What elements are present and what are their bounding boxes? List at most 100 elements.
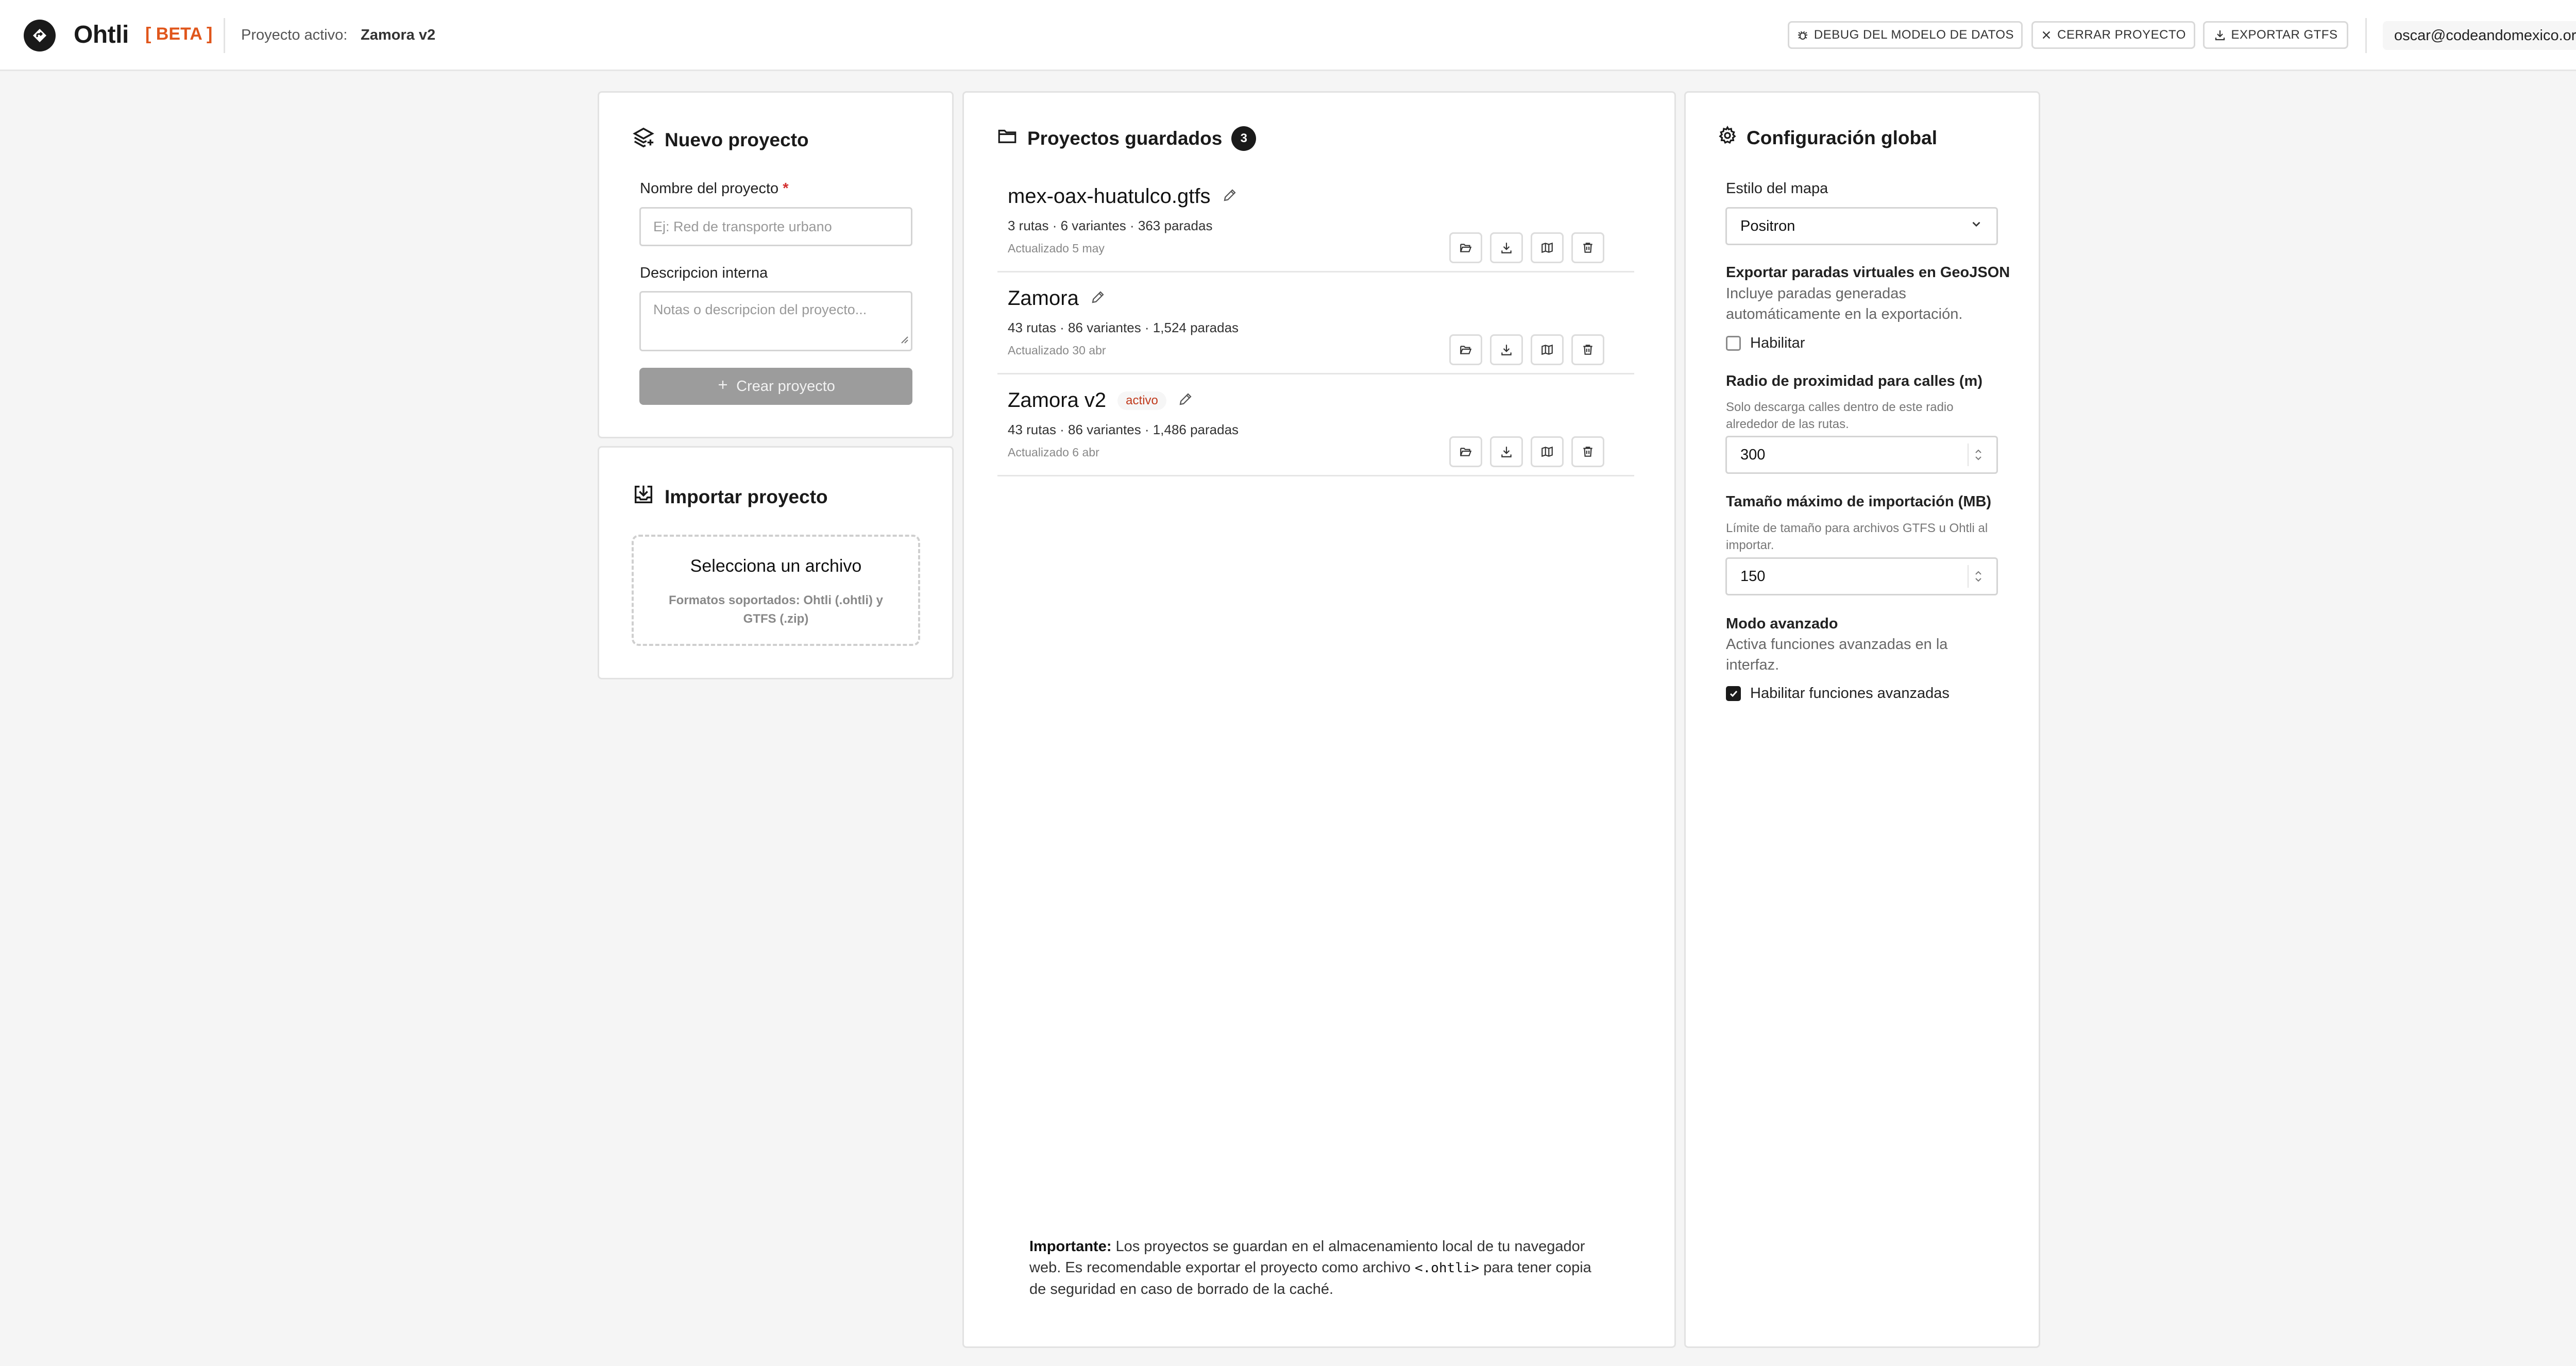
resize-grip-icon[interactable] [899,332,909,348]
delete-project-button[interactable] [1571,232,1604,263]
delete-project-button[interactable] [1571,436,1604,467]
project-name-label-text: Nombre del proyecto [640,180,779,197]
checkbox-label: Habilitar funciones avanzadas [1750,685,1950,702]
export-gtfs-button[interactable]: EXPORTAR GTFS [2203,21,2348,49]
export-button-label: EXPORTAR GTFS [2231,28,2338,42]
map-icon [1541,446,1553,457]
map-project-button[interactable] [1531,334,1564,365]
project-actions [1449,436,1604,467]
active-badge: activo [1117,391,1166,410]
project-name-row: Zamora v2 activo [1008,389,1193,412]
checkbox-label: Habilitar [1750,335,1805,351]
radius-label: Radio de proximidad para calles (m) [1726,373,1982,389]
radius-value: 300 [1740,446,1766,463]
download-icon [1501,243,1512,253]
map-icon [1541,344,1553,355]
close-icon [2041,29,2052,41]
create-project-button[interactable]: Crear proyecto [639,368,912,405]
debug-button-label: DEBUG DEL MODELO DE DATOS [1814,28,2014,42]
export-virtual-stops-label: Exportar paradas virtuales en GeoJSON [1726,264,2010,281]
checkbox-checked[interactable] [1726,686,1741,701]
select-file-label: Selecciona un archivo [690,556,862,576]
download-icon [1501,447,1512,457]
project-updated: Actualizado 5 may [1008,242,1105,255]
layers-plus-icon [632,126,655,154]
folder-icon [996,125,1018,151]
project-stats: 3 rutas · 6 variantes · 363 paradas [1008,218,1213,233]
panel-title-text: Nuevo proyecto [665,129,809,150]
saved-projects-title: Proyectos guardados 3 [996,125,1257,151]
trash-icon [1583,243,1592,253]
plus-icon [717,378,729,395]
panel-title-text: Configuración global [1747,127,1937,148]
download-project-button[interactable] [1490,232,1523,263]
advanced-mode-checkbox[interactable]: Habilitar funciones avanzadas [1726,685,1950,702]
max-import-size-value: 150 [1740,568,1766,585]
download-project-button[interactable] [1490,436,1523,467]
radius-input[interactable]: 300 [1725,436,1998,474]
project-actions [1449,334,1604,365]
user-menu[interactable]: oscar@codeandomexico.org [2383,21,2576,50]
download-project-button[interactable] [1490,334,1523,365]
max-import-size-label: Tamaño máximo de importación (MB) [1726,493,1992,510]
stepper-icon[interactable] [1968,565,1983,588]
bug-icon [1797,29,1809,41]
max-import-size-input[interactable]: 150 [1725,557,1998,595]
map-project-button[interactable] [1531,436,1564,467]
import-project-title: Importar proyecto [632,483,828,511]
file-dropzone[interactable]: Selecciona un archivo Formatos soportado… [632,535,920,646]
download-icon [1501,345,1512,355]
project-stats: 43 rutas · 86 variantes · 1,524 paradas [1008,320,1239,335]
storage-note: Importante: Los proyectos se guardan en … [1029,1236,1606,1300]
download-icon [2214,29,2226,41]
folder-open-icon [1460,346,1472,354]
open-project-button[interactable] [1449,436,1482,467]
note-strong: Importante: [1029,1238,1112,1255]
global-config-title: Configuración global [1718,125,1937,150]
edit-pencil-icon[interactable] [1178,391,1193,409]
project-name-row: mex-oax-huatulco.gtfs [1008,185,1238,208]
project-name-label: Nombre del proyecto * [640,180,789,197]
project-name-input[interactable]: Ej: Red de transporte urbano [639,207,912,246]
close-project-button[interactable]: CERRAR PROYECTO [2031,21,2195,49]
import-icon [632,483,655,511]
stepper-icon[interactable] [1968,443,1983,466]
delete-project-button[interactable] [1571,334,1604,365]
export-virtual-stops-desc: Incluye paradas generadas automáticament… [1726,285,1963,322]
close-button-label: CERRAR PROYECTO [2057,28,2186,42]
project-row[interactable]: Zamora v2 activo 43 rutas · 86 variantes… [997,374,1634,476]
folder-open-icon [1460,244,1472,252]
description-textarea[interactable]: Notas o descripcion del proyecto... [639,291,912,351]
checkbox-unchecked[interactable] [1726,336,1741,351]
max-import-size-desc: Límite de tamaño para archivos GTFS u Oh… [1726,521,1988,552]
map-project-button[interactable] [1531,232,1564,263]
app-title: Ohtli [74,21,129,48]
project-row[interactable]: Zamora 43 rutas · 86 variantes · 1,524 p… [997,272,1634,374]
note-code: <.ohtli> [1414,1260,1480,1276]
open-project-button[interactable] [1449,334,1482,365]
project-count-badge: 3 [1231,126,1257,151]
debug-data-model-button[interactable]: DEBUG DEL MODELO DE DATOS [1788,21,2023,49]
header-divider [2365,18,2367,53]
edit-pencil-icon[interactable] [1222,187,1238,206]
export-virtual-stops-checkbox[interactable]: Habilitar [1726,335,1805,352]
new-project-title: Nuevo proyecto [632,126,809,154]
required-mark: * [783,180,789,197]
project-actions [1449,232,1604,263]
project-name: Zamora [1008,287,1079,310]
project-updated: Actualizado 6 abr [1008,446,1099,459]
logo-icon[interactable] [24,20,56,52]
panel-title-text: Importar proyecto [665,486,828,507]
map-style-select[interactable]: Positron [1725,207,1998,245]
open-project-button[interactable] [1449,232,1482,263]
user-email: oscar@codeandomexico.org [2394,27,2576,44]
edit-pencil-icon[interactable] [1090,289,1106,308]
supported-formats-text: Formatos soportados: Ohtli (.ohtli) y GT… [669,593,883,626]
create-button-label: Crear proyecto [736,378,835,395]
project-row[interactable]: mex-oax-huatulco.gtfs 3 rutas · 6 varian… [997,170,1634,272]
map-style-label: Estilo del mapa [1726,180,1828,197]
project-name-placeholder: Ej: Red de transporte urbano [653,218,832,234]
map-style-value: Positron [1740,217,1795,234]
project-name: mex-oax-huatulco.gtfs [1008,185,1211,208]
project-name: Zamora v2 [1008,389,1107,412]
